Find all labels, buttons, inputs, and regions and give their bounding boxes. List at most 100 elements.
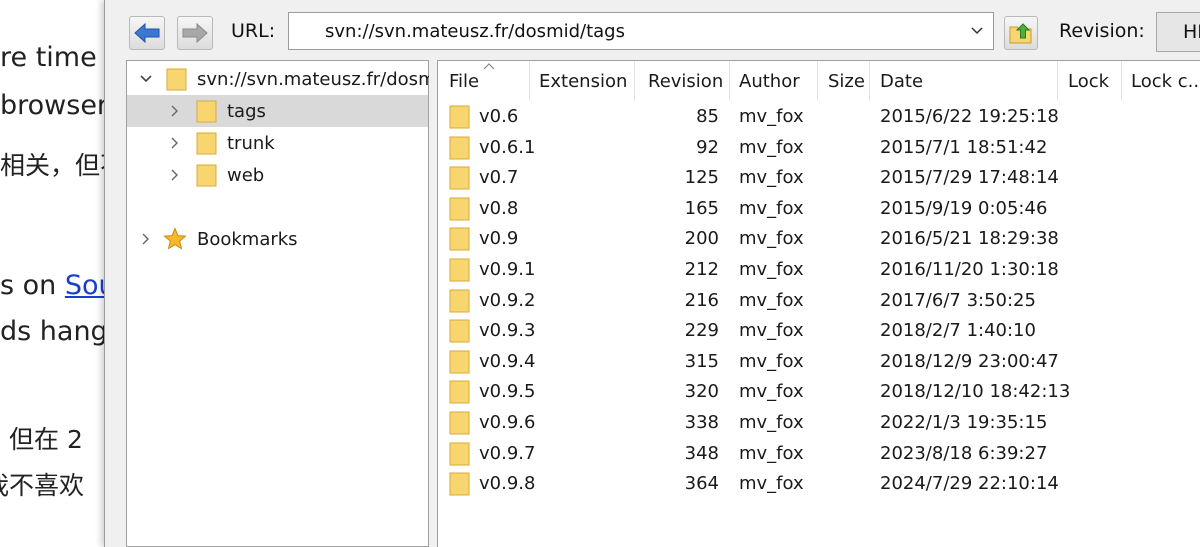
tree-item-label: Bookmarks <box>197 228 298 250</box>
file-name: v0.9.7 <box>479 442 536 464</box>
arrow-right-icon <box>182 23 208 43</box>
revision-button[interactable]: HEAD <box>1156 12 1200 52</box>
chevron-right-icon[interactable] <box>168 136 182 150</box>
file-date: 2015/7/1 18:51:42 <box>880 136 1048 158</box>
file-revision: 315 <box>684 350 719 372</box>
arrow-left-icon <box>134 23 160 43</box>
file-name: v0.9.3 <box>479 320 536 342</box>
file-list: File Extension Revision Author Size Date… <box>437 60 1200 547</box>
tree-item-bookmarks[interactable]: Bookmarks <box>127 223 428 255</box>
column-header-size[interactable]: Size <box>818 61 870 101</box>
file-name: v0.9.6 <box>479 412 536 433</box>
toolbar: URL: Revision: HEAD <box>105 0 1200 62</box>
file-date: 2022/1/3 19:35:15 <box>880 412 1048 433</box>
folder-icon <box>449 166 470 190</box>
column-header-lock[interactable]: Lock <box>1058 61 1122 101</box>
file-name: v0.6 <box>479 106 519 127</box>
folder-icon <box>449 442 470 466</box>
bg-text-line: re time <box>0 42 97 73</box>
file-author: mv_fox <box>739 473 804 495</box>
repository-tree: svn://svn.mateusz.fr/dosmid tags trunk w… <box>126 60 452 547</box>
file-date: 2024/7/29 22:10:14 <box>880 473 1059 495</box>
file-revision: 125 <box>684 167 719 189</box>
chevron-right-icon[interactable] <box>168 168 182 182</box>
table-row[interactable]: v0.9.7 348 mv_fox 2023/8/18 6:39:27 <box>438 439 1200 469</box>
tree-item-label: svn://svn.mateusz.fr/dosmid <box>197 68 453 90</box>
file-revision: 229 <box>684 320 719 342</box>
file-name: v0.9 <box>479 228 519 250</box>
file-revision: 338 <box>684 412 719 433</box>
star-icon <box>163 227 187 250</box>
bg-text: s on <box>0 270 65 301</box>
sort-ascending-icon <box>483 63 495 70</box>
chevron-down-icon[interactable] <box>139 72 153 86</box>
column-header-extension[interactable]: Extension <box>530 61 635 101</box>
folder-icon <box>449 411 470 435</box>
file-date: 2018/2/7 1:40:10 <box>880 320 1036 342</box>
column-header-lock-comment[interactable]: Lock c... <box>1122 61 1200 101</box>
tree-item-web[interactable]: web <box>127 159 428 191</box>
column-header-revision[interactable]: Revision <box>635 61 730 101</box>
table-row[interactable]: v0.9.5 320 mv_fox 2018/12/10 18:42:13 <box>438 377 1200 407</box>
tree-item-tags[interactable]: tags <box>127 95 428 127</box>
table-row[interactable]: v0.9.1 212 mv_fox 2016/11/20 1:30:18 <box>438 255 1200 285</box>
tree-item-trunk[interactable]: trunk <box>127 127 428 159</box>
folder-icon <box>449 197 470 221</box>
forward-button[interactable] <box>177 16 213 50</box>
folder-icon <box>449 258 470 282</box>
chevron-right-icon[interactable] <box>139 232 153 246</box>
table-row[interactable]: v0.6 85 mv_fox 2015/6/22 19:25:18 <box>438 102 1200 132</box>
bg-text-line: browser <box>0 90 109 121</box>
file-author: mv_fox <box>739 197 804 219</box>
file-date: 2016/5/21 18:29:38 <box>880 228 1059 250</box>
file-revision: 216 <box>684 289 719 311</box>
file-revision: 320 <box>684 381 719 403</box>
table-row[interactable]: v0.9 200 mv_fox 2016/5/21 18:29:38 <box>438 224 1200 254</box>
table-row[interactable]: v0.7 125 mv_fox 2015/7/29 17:48:14 <box>438 163 1200 193</box>
chevron-down-icon[interactable] <box>967 21 987 41</box>
go-up-button[interactable] <box>1004 16 1038 50</box>
table-row[interactable]: v0.9.2 216 mv_fox 2017/6/7 3:50:25 <box>438 286 1200 316</box>
column-header-author[interactable]: Author <box>730 61 818 101</box>
tree-item-root[interactable]: svn://svn.mateusz.fr/dosmid <box>127 63 452 95</box>
table-row[interactable]: v0.6.1 92 mv_fox 2015/7/1 18:51:42 <box>438 133 1200 163</box>
table-row[interactable]: v0.9.8 364 mv_fox 2024/7/29 22:10:14 <box>438 469 1200 499</box>
url-combobox[interactable] <box>288 12 994 50</box>
file-revision: 348 <box>684 442 719 464</box>
file-name: v0.7 <box>479 167 519 189</box>
background-web-page: re time browser 相关，但不 s on Sou ds hang 。… <box>0 0 110 547</box>
column-header-file[interactable]: File <box>438 61 530 101</box>
back-button[interactable] <box>129 16 165 50</box>
file-revision: 165 <box>684 197 719 219</box>
file-author: mv_fox <box>739 442 804 464</box>
table-row[interactable]: v0.9.3 229 mv_fox 2018/2/7 1:40:10 <box>438 316 1200 346</box>
table-row[interactable]: v0.8 165 mv_fox 2015/9/19 0:05:46 <box>438 194 1200 224</box>
tree-item-label: trunk <box>227 132 275 154</box>
table-row[interactable]: v0.9.4 315 mv_fox 2018/12/9 23:00:47 <box>438 347 1200 377</box>
file-author: mv_fox <box>739 259 804 280</box>
file-author: mv_fox <box>739 167 804 189</box>
folder-icon <box>449 136 470 160</box>
folder-up-icon <box>1009 23 1032 44</box>
file-name: v0.8 <box>479 197 519 219</box>
folder-icon <box>449 227 470 251</box>
url-input[interactable] <box>289 13 959 49</box>
pane-splitter[interactable] <box>429 60 437 547</box>
folder-icon <box>449 289 470 313</box>
file-name: v0.9.5 <box>479 381 536 403</box>
column-header-date[interactable]: Date <box>870 61 1058 101</box>
folder-icon <box>449 472 470 496</box>
file-name: v0.9.2 <box>479 289 536 311</box>
url-label: URL: <box>231 20 276 42</box>
bg-text-line: ds hang <box>0 316 108 347</box>
table-row[interactable]: v0.9.6 338 mv_fox 2022/1/3 19:35:15 <box>438 408 1200 438</box>
file-date: 2017/6/7 3:50:25 <box>880 289 1036 311</box>
file-revision: 92 <box>696 136 719 158</box>
folder-icon <box>449 105 470 129</box>
file-name: v0.9.1 <box>479 259 536 280</box>
chevron-right-icon[interactable] <box>168 104 182 118</box>
revision-label: Revision: <box>1059 20 1145 42</box>
bg-text-line: 我不喜欢 <box>0 471 85 500</box>
folder-icon <box>196 100 217 123</box>
file-date: 2015/6/22 19:25:18 <box>880 106 1059 127</box>
